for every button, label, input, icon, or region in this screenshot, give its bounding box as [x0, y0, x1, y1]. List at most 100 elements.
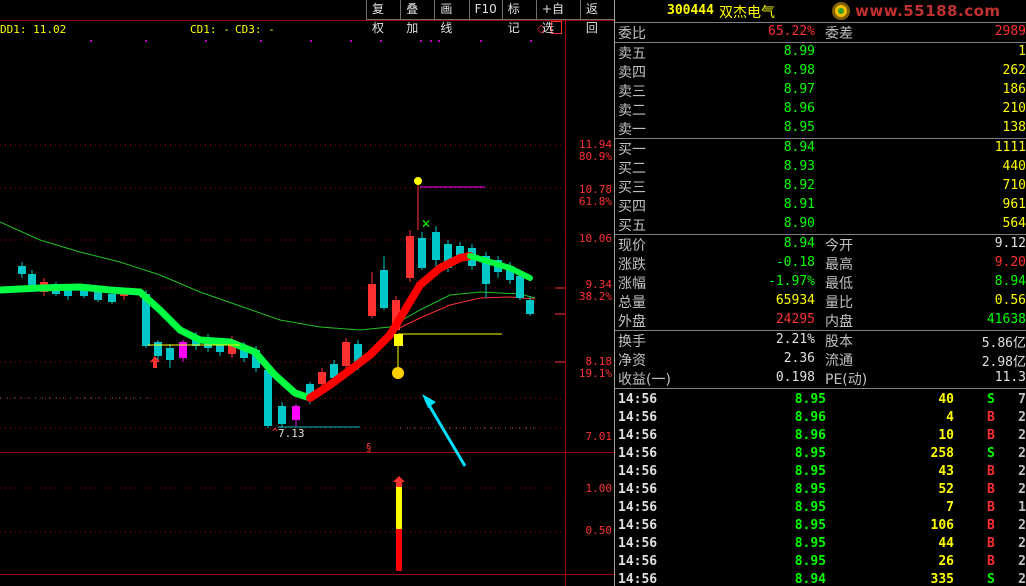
- sell-level-row[interactable]: 卖五 8.99 1: [615, 43, 1026, 62]
- buy-level-label: 买一: [618, 142, 646, 158]
- stat-label: 涨跌: [618, 257, 646, 273]
- tick-count: 2: [1018, 428, 1026, 443]
- ma-short-line: [394, 296, 536, 331]
- tick-row[interactable]: 14:56 8.95 52 B 2: [615, 481, 1026, 499]
- stat-row[interactable]: 净资 2.36 流通 2.98亿: [615, 350, 1026, 370]
- stat-value-2: 8.94: [994, 274, 1026, 289]
- tick-row[interactable]: 14:56 8.95 106 B 2: [615, 517, 1026, 535]
- signal-bar-lower: [396, 529, 402, 571]
- tick-price: 8.95: [794, 446, 826, 461]
- sell-level-label: 卖五: [618, 46, 646, 62]
- tick-row[interactable]: 14:56 8.96 4 B 2: [615, 409, 1026, 427]
- buy-level-row[interactable]: 买一 8.94 1111: [615, 139, 1026, 158]
- buy-level-volume: 710: [1002, 178, 1026, 193]
- toolbar-button-3[interactable]: F10: [468, 0, 502, 20]
- sell-level-volume: 138: [1002, 120, 1026, 135]
- cross-icon: ✕: [421, 217, 431, 231]
- stat-row[interactable]: 涨跌 -0.18 最高 9.20: [615, 254, 1026, 273]
- buy-level-row[interactable]: 买三 8.92 710: [615, 177, 1026, 196]
- tick-row[interactable]: 14:56 8.95 7 B 1: [615, 499, 1026, 517]
- stat-label: 总量: [618, 295, 646, 311]
- tick-row[interactable]: 14:56 8.95 44 B 2: [615, 535, 1026, 553]
- toolbar-button-2[interactable]: 画线: [434, 0, 469, 35]
- sell-level-row[interactable]: 卖一 8.95 138: [615, 119, 1026, 138]
- buy-level-label: 买四: [618, 199, 646, 215]
- tick-row[interactable]: 14:56 8.96 10 B 2: [615, 427, 1026, 445]
- buy-level-row[interactable]: 买四 8.91 961: [615, 196, 1026, 215]
- stat-value: 2.36: [783, 351, 815, 366]
- kline-chart-area[interactable]: ✕ ⌃ 7.13 § 11.94 80.9% 10.78 61.8% 10.06 9.34 38.…: [0, 0, 614, 586]
- tick-side: B: [987, 518, 995, 533]
- tick-count: 1: [1018, 500, 1026, 515]
- buy-level-volume: 961: [1002, 197, 1026, 212]
- stats-block-2: 换手 2.21% 股本 5.86亿 净资 2.36 流通 2.98亿 收益(一) 0…: [615, 330, 1026, 388]
- tick-count: 2: [1018, 410, 1026, 425]
- site-logo[interactable]: www.55188.com: [827, 2, 1026, 20]
- stat-value-2: 11.3: [994, 370, 1026, 385]
- candle-body: [18, 266, 26, 274]
- stat-label: 净资: [618, 353, 646, 369]
- indicator-dot: [530, 40, 532, 42]
- tick-list[interactable]: 14:56 8.95 40 S 7 14:56 8.96 4 B 2 14:56 8…: [615, 388, 1026, 586]
- buy-level-row[interactable]: 买二 8.93 440: [615, 158, 1026, 177]
- sell-level-price: 8.99: [783, 44, 815, 59]
- candle-body: [154, 342, 162, 356]
- tick-time: 14:56: [618, 482, 658, 497]
- candle-body: [94, 292, 102, 300]
- stat-value-2: 9.20: [994, 255, 1026, 270]
- sell-level-row[interactable]: 卖三 8.97 186: [615, 81, 1026, 100]
- ma-long-line: [0, 221, 536, 331]
- stat-row[interactable]: 换手 2.21% 股本 5.86亿: [615, 331, 1026, 351]
- stat-row[interactable]: 外盘 24295 内盘 41638: [615, 311, 1026, 330]
- stat-label: 现价: [618, 238, 646, 254]
- sell-level-row[interactable]: 卖四 8.98 262: [615, 62, 1026, 81]
- tick-row[interactable]: 14:56 8.95 43 B 2: [615, 463, 1026, 481]
- stat-value-2: 5.86亿: [981, 336, 1026, 351]
- signal-bar-upper: [396, 487, 402, 529]
- tick-count: 2: [1018, 464, 1026, 479]
- tick-row[interactable]: 14:56 8.95 26 B 2: [615, 553, 1026, 571]
- low-price-label: 7.13: [278, 427, 305, 440]
- sell-level-row[interactable]: 卖二 8.96 210: [615, 100, 1026, 119]
- tick-count: 2: [1018, 536, 1026, 551]
- sell-level-price: 8.96: [783, 101, 815, 116]
- tick-price: 8.95: [794, 482, 826, 497]
- toolbar-button-4[interactable]: 标记: [501, 0, 536, 35]
- stat-label-2: 股本: [825, 334, 853, 350]
- stat-value: -0.18: [775, 255, 815, 270]
- indicator-dot: [430, 40, 432, 42]
- candle-body: [264, 370, 272, 426]
- stat-row[interactable]: 总量 65934 量比 0.56: [615, 292, 1026, 311]
- stat-label: 收益(一): [618, 372, 671, 388]
- tick-price: 8.95: [794, 500, 826, 515]
- logo-globe-icon: [832, 2, 850, 20]
- toolbar-button-5[interactable]: +自选: [535, 0, 580, 35]
- tick-price: 8.96: [794, 410, 826, 425]
- tick-row[interactable]: 14:56 8.95 40 S 7: [615, 391, 1026, 409]
- tick-count: 7: [1018, 392, 1026, 407]
- diff-value: 2989: [994, 24, 1026, 39]
- buy-level-row[interactable]: 买五 8.90 564: [615, 215, 1026, 234]
- tick-time: 14:56: [618, 500, 658, 515]
- tick-count: 2: [1018, 482, 1026, 497]
- quote-panel: 300444 双杰电气 www.55188.com 委比 65.22% 委差 2…: [614, 0, 1026, 586]
- indicator-dot: [310, 40, 312, 42]
- toolbar-button-0[interactable]: 复权: [366, 0, 401, 35]
- stat-value: 2.21%: [775, 332, 815, 347]
- stat-label: 涨幅: [618, 276, 646, 292]
- stat-value-2: 9.12: [994, 236, 1026, 251]
- stat-row[interactable]: 涨幅 -1.97% 最低 8.94: [615, 273, 1026, 292]
- stat-label-2: 量比: [825, 295, 853, 311]
- toolbar-button-1[interactable]: 叠加: [400, 0, 435, 35]
- percent-axis-label: 19.1%: [579, 367, 612, 380]
- tick-row[interactable]: 14:56 8.94 335 S 2: [615, 571, 1026, 586]
- buy-orders: 买一 8.94 1111 买二 8.93 440 买三 8.92 710 买四 8.9…: [615, 138, 1026, 234]
- sell-level-volume: 210: [1002, 101, 1026, 116]
- kline-chart[interactable]: ✕⌃7.13§ 11.9480.9%10.7861.8%10.069.3438.…: [0, 0, 614, 586]
- tick-row[interactable]: 14:56 8.95 258 S 2: [615, 445, 1026, 463]
- stat-row[interactable]: 现价 8.94 今开 9.12: [615, 235, 1026, 254]
- toolbar-button-6[interactable]: 返回: [579, 0, 614, 35]
- signal-box: [394, 334, 403, 346]
- dd1-indicator-label: DD1: 11.02: [0, 23, 67, 36]
- stat-row[interactable]: 收益(一) 0.198 PE(动) 11.3: [615, 369, 1026, 388]
